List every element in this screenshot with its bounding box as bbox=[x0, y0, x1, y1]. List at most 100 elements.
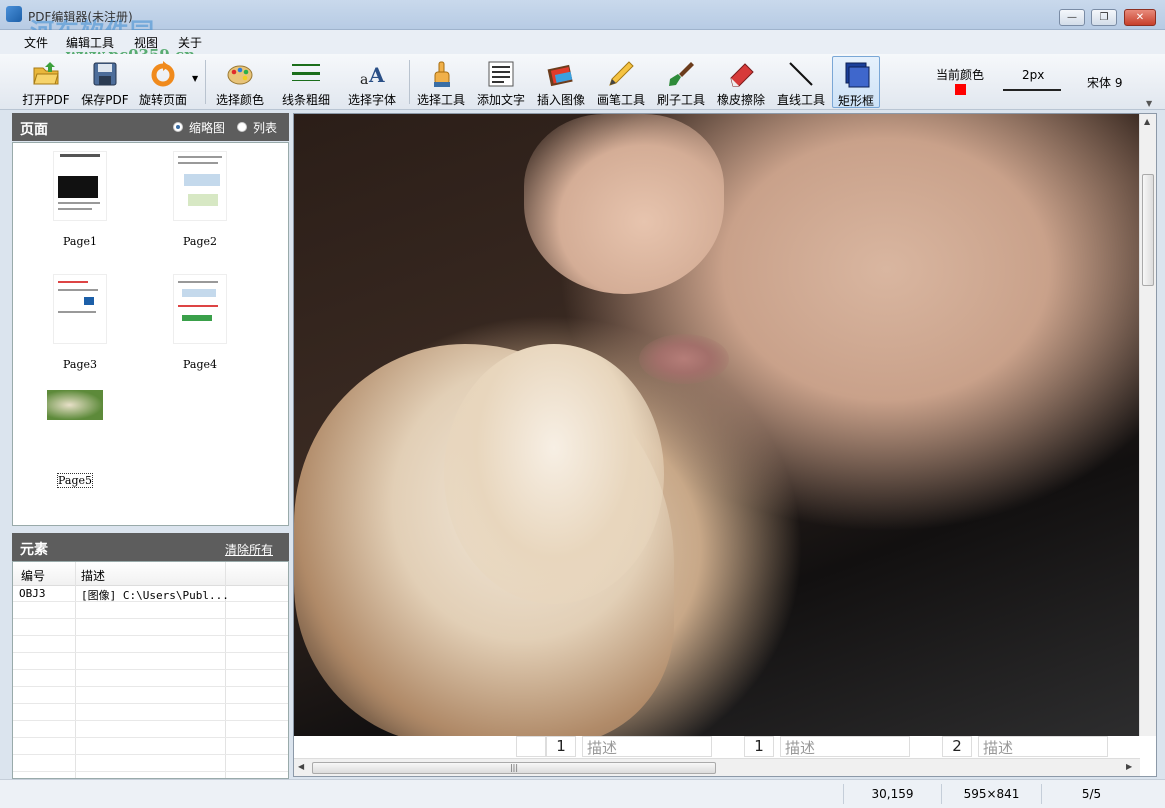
restore-icon: ❐ bbox=[1099, 12, 1109, 23]
line-tool-label: 直线工具 bbox=[776, 93, 825, 107]
table-row bbox=[13, 688, 288, 704]
rotate-icon bbox=[151, 61, 175, 87]
rectangle-icon bbox=[845, 62, 870, 88]
select-color-label: 选择颜色 bbox=[215, 93, 264, 107]
select-tool-label: 选择工具 bbox=[416, 93, 465, 107]
pen-tool-button[interactable]: 画笔工具 bbox=[593, 56, 649, 108]
row-desc: [图像] C:\Users\Publ... bbox=[81, 589, 229, 602]
elements-panel-title: 元素 bbox=[20, 542, 48, 558]
page-label-selected: Page5 bbox=[56, 473, 93, 488]
pages-panel-header: 页面 缩略图 列表 bbox=[12, 113, 289, 141]
open-pdf-button[interactable]: 打开PDF bbox=[18, 56, 74, 108]
font-value[interactable]: 宋体 9 bbox=[1087, 74, 1122, 91]
table-row bbox=[13, 637, 288, 653]
eraser-icon bbox=[730, 63, 754, 87]
toolbar-separator bbox=[409, 60, 410, 104]
rect-tool-label: 矩形框 bbox=[837, 94, 874, 108]
add-text-label: 添加文字 bbox=[476, 93, 525, 107]
palette-icon bbox=[227, 65, 253, 85]
photo-face bbox=[524, 114, 724, 294]
folder-open-icon bbox=[33, 62, 59, 85]
list-radio-label[interactable]: 列表 bbox=[253, 119, 277, 136]
font-icon: aA bbox=[360, 63, 385, 88]
scroll-left-icon[interactable]: ◀ bbox=[298, 762, 304, 771]
app-icon bbox=[6, 6, 22, 22]
table-row bbox=[13, 671, 288, 687]
select-font-button[interactable]: aA 选择字体 bbox=[344, 56, 400, 108]
title-bar: PDF编辑器(未注册) 河东软件园 — ❐ ✕ bbox=[0, 0, 1165, 46]
column-header-id[interactable]: 编号 bbox=[21, 567, 45, 584]
thumbnail-radio-label[interactable]: 缩略图 bbox=[189, 119, 225, 136]
table-row bbox=[13, 722, 288, 738]
scroll-up-icon[interactable]: ▲ bbox=[1144, 117, 1150, 126]
list-radio[interactable] bbox=[237, 122, 247, 132]
vertical-scroll-thumb[interactable] bbox=[1142, 174, 1154, 286]
table-header: 编号 描述 bbox=[13, 562, 288, 586]
table-row[interactable]: OBJ3 [图像] C:\Users\Publ... bbox=[13, 586, 288, 602]
text-block-icon bbox=[488, 61, 514, 87]
column-header-desc[interactable]: 描述 bbox=[81, 567, 105, 584]
table-row bbox=[13, 654, 288, 670]
cursor-coords: 30,159 bbox=[843, 784, 941, 804]
description-field[interactable]: 描述 bbox=[780, 736, 910, 757]
menu-file[interactable]: 文件 bbox=[24, 34, 48, 51]
line-width-preview bbox=[1003, 89, 1061, 91]
insert-image-button[interactable]: 插入图像 bbox=[533, 56, 589, 108]
brush-icon bbox=[669, 62, 694, 86]
select-font-label: 选择字体 bbox=[347, 93, 396, 107]
line-tool-button[interactable]: 直线工具 bbox=[773, 56, 829, 108]
document-canvas[interactable]: ▲ 1 描述 1 描述 2 描述 ◀ ||| ▶ bbox=[293, 113, 1157, 777]
number-field[interactable]: 1 bbox=[744, 736, 774, 757]
svg-text:a: a bbox=[360, 72, 368, 88]
form-strip: 1 描述 1 描述 2 描述 bbox=[294, 736, 1140, 758]
page-size: 595×841 bbox=[941, 784, 1041, 804]
minimize-icon: — bbox=[1067, 12, 1077, 23]
inserted-image[interactable] bbox=[294, 114, 1140, 736]
thumbnail-radio[interactable] bbox=[173, 122, 183, 132]
rect-tool-button[interactable]: 矩形框 bbox=[832, 56, 880, 108]
description-field[interactable]: 描述 bbox=[978, 736, 1108, 757]
toolbar: 打开PDF 保存PDF 旋转页面 ▼ 选择颜色 线条粗细 aA 选择字体 选择工… bbox=[0, 54, 1165, 110]
select-tool-button[interactable]: 选择工具 bbox=[413, 56, 469, 108]
number-field[interactable]: 1 bbox=[546, 736, 576, 757]
elements-panel-header: 元素 清除所有 bbox=[12, 533, 289, 561]
open-pdf-label: 打开PDF bbox=[22, 93, 70, 107]
brush-tool-button[interactable]: 刷子工具 bbox=[653, 56, 709, 108]
scroll-right-icon[interactable]: ▶ bbox=[1126, 762, 1132, 771]
row-id: OBJ3 bbox=[19, 587, 46, 600]
photo-paw bbox=[444, 344, 664, 604]
eraser-button[interactable]: 橡皮擦除 bbox=[713, 56, 769, 108]
current-color-swatch[interactable] bbox=[955, 84, 966, 95]
vertical-scrollbar[interactable]: ▲ bbox=[1139, 114, 1156, 736]
pen-tool-label: 画笔工具 bbox=[596, 93, 645, 107]
save-pdf-button[interactable]: 保存PDF bbox=[77, 56, 133, 108]
pages-panel-title: 页面 bbox=[20, 122, 48, 138]
eraser-label: 橡皮擦除 bbox=[716, 93, 765, 107]
pages-thumbnail-area: Page1 Page2 Page3 Page4 Page5 bbox=[12, 142, 289, 526]
page-label: Page1 bbox=[62, 235, 97, 248]
line-icon bbox=[789, 62, 813, 86]
rotate-dropdown-icon[interactable]: ▼ bbox=[192, 74, 198, 83]
select-color-button[interactable]: 选择颜色 bbox=[212, 56, 268, 108]
rotate-page-button[interactable]: 旋转页面 bbox=[135, 56, 191, 108]
line-width-button[interactable]: 线条粗细 bbox=[278, 56, 334, 108]
close-button[interactable]: ✕ bbox=[1124, 9, 1156, 26]
table-row bbox=[13, 705, 288, 721]
page-preview bbox=[173, 274, 227, 344]
page-label: Page4 bbox=[182, 358, 217, 371]
horizontal-scrollbar[interactable]: ◀ ||| ▶ bbox=[294, 758, 1140, 776]
description-field[interactable]: 描述 bbox=[582, 736, 712, 757]
add-text-button[interactable]: 添加文字 bbox=[473, 56, 529, 108]
clear-all-link[interactable]: 清除所有 bbox=[225, 541, 273, 558]
horizontal-scroll-thumb[interactable]: ||| bbox=[312, 762, 716, 774]
save-pdf-label: 保存PDF bbox=[81, 93, 129, 107]
toolbar-overflow-icon[interactable]: ▼ bbox=[1146, 99, 1152, 108]
maximize-button[interactable]: ❐ bbox=[1091, 9, 1117, 26]
page-preview bbox=[53, 151, 107, 221]
line-width-icon bbox=[292, 64, 320, 81]
table-row bbox=[13, 603, 288, 619]
minimize-button[interactable]: — bbox=[1059, 9, 1085, 26]
line-width-value[interactable]: 2px bbox=[1022, 68, 1044, 82]
table-row bbox=[13, 739, 288, 755]
number-field[interactable]: 2 bbox=[942, 736, 972, 757]
